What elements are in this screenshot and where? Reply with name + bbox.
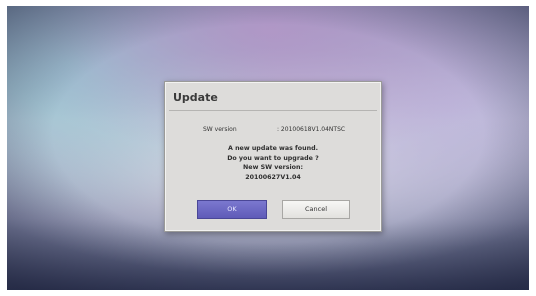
message-line: New SW version: — [243, 164, 303, 171]
sw-version-label: SW version — [203, 126, 237, 133]
message-line: A new update was found. — [228, 145, 318, 152]
message-line: Do you want to upgrade ? — [227, 154, 319, 162]
update-message: A new update was found. Do you want to u… — [165, 144, 381, 182]
title-divider — [169, 110, 377, 111]
dialog-title: Update — [173, 91, 218, 104]
sw-version-row: SW version : 20100618V1.04NTSC — [165, 126, 381, 136]
new-sw-version-value: 20100627V1.04 — [245, 173, 301, 181]
tv-screen: Update SW version : 20100618V1.04NTSC A … — [7, 6, 529, 290]
sw-version-value: : 20100618V1.04NTSC — [277, 126, 346, 133]
ok-button[interactable]: OK — [197, 200, 267, 219]
cancel-button[interactable]: Cancel — [282, 200, 350, 219]
update-dialog: Update SW version : 20100618V1.04NTSC A … — [164, 81, 382, 232]
